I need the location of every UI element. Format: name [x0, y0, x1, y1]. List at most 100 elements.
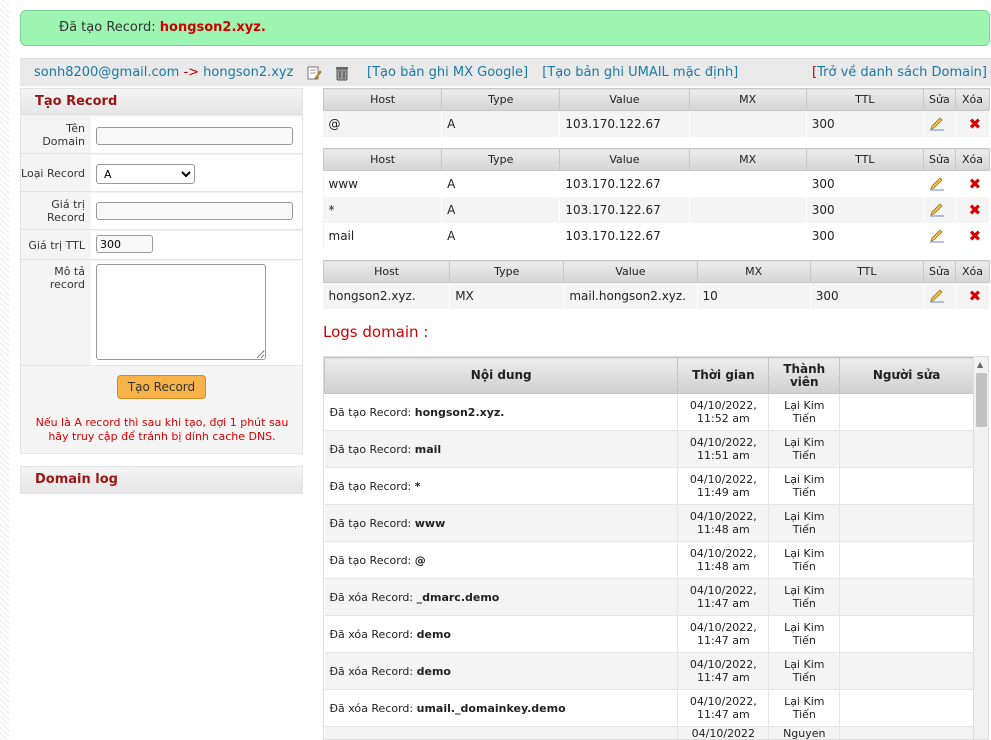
- pencil-icon[interactable]: [929, 117, 945, 131]
- log-time: 04/10/2022, 11:49 am: [677, 467, 770, 505]
- delete-icon[interactable]: ✖: [955, 110, 991, 137]
- pencil-icon[interactable]: [929, 203, 945, 217]
- log-member-name: Nguyen: [783, 727, 826, 740]
- log-time: 04/10/2022, 11:47 am: [677, 652, 770, 690]
- pencil-icon[interactable]: [929, 177, 945, 191]
- col-ttl: TTL: [809, 260, 924, 283]
- trash-icon[interactable]: [334, 65, 350, 81]
- log-target: mail: [414, 442, 442, 456]
- log-member-name2: Tiến: [792, 708, 816, 721]
- log-time: 04/10/2022: [677, 726, 770, 740]
- record-host: hongson2.xyz.: [323, 282, 451, 309]
- log-date: 04/10/2022: [691, 727, 756, 740]
- domain-log-header[interactable]: Domain log: [20, 466, 303, 494]
- logs-scroll-area[interactable]: Nội dung Thời gian Thành viên Người sửa Đã …: [323, 356, 989, 740]
- log-member: Lại Kim Tiến: [768, 652, 841, 690]
- log-member-name: Lại Kim: [784, 436, 825, 449]
- scroll-up-arrow-icon[interactable]: ▲: [977, 360, 983, 369]
- record-ttl: 300: [806, 222, 924, 249]
- log-editor: [839, 393, 974, 431]
- edit-cell: [923, 110, 956, 137]
- record-type-select[interactable]: A: [96, 164, 195, 184]
- log-editor: [839, 652, 974, 690]
- record-table-group-3: Host Type Value MX TTL Sửa Xóa hongson2.xyz. MX…: [322, 260, 991, 309]
- delete-icon[interactable]: ✖: [955, 282, 991, 309]
- edit-cell: [923, 222, 956, 249]
- log-action: Đã xóa Record:: [329, 627, 414, 641]
- log-member-name2: Tiến: [792, 560, 816, 573]
- record-mx: [689, 110, 807, 137]
- log-member-name2: Tiến: [792, 671, 816, 684]
- col-delete: Xóa: [954, 148, 991, 171]
- pencil-icon[interactable]: [929, 289, 945, 303]
- log-row: Đã xóa Record: demo 04/10/2022, 11:47 am Lạ…: [324, 615, 974, 653]
- log-row: Đã xóa Record: umail._domainkey.demo 04/1…: [324, 689, 974, 727]
- account-link[interactable]: sonh8200@gmail.com: [34, 65, 179, 80]
- log-content: Đã xóa Record: _dmarc.demo: [324, 578, 678, 616]
- log-content: Đã xóa Record: demo: [324, 615, 678, 653]
- log-date: 04/10/2022,: [689, 399, 757, 412]
- log-member: Lại Kim Tiến: [768, 541, 841, 579]
- record-type: MX: [449, 282, 565, 309]
- record-type: A: [441, 170, 561, 197]
- log-action: Đã tạo Record:: [329, 553, 412, 567]
- domain-name-input[interactable]: [96, 127, 293, 145]
- log-editor: [839, 541, 974, 579]
- log-clock: 11:48 am: [697, 523, 750, 536]
- log-editor: [839, 689, 974, 727]
- delete-icon[interactable]: ✖: [955, 170, 991, 197]
- alert-domain: hongson2.xyz.: [159, 20, 266, 35]
- log-member: Nguyen: [768, 726, 841, 740]
- log-clock: 11:47 am: [697, 597, 750, 610]
- log-target: umail._domainkey.demo: [416, 701, 566, 715]
- log-member-name: Lại Kim: [784, 510, 825, 523]
- ttl-input[interactable]: [96, 235, 153, 253]
- log-col-member: Thành viên: [768, 357, 841, 394]
- domain-name-label: Tên Domain: [21, 117, 91, 153]
- record-host: *: [323, 196, 443, 223]
- log-clock: 11:51 am: [697, 449, 750, 462]
- col-delete: Xóa: [954, 88, 991, 111]
- log-time: 04/10/2022, 11:48 am: [677, 541, 770, 579]
- log-member-name: Lại Kim: [784, 547, 825, 560]
- record-mx: [689, 222, 807, 249]
- col-edit: Sửa: [922, 148, 956, 171]
- log-clock: 11:47 am: [697, 708, 750, 721]
- log-time: 04/10/2022, 11:47 am: [677, 615, 770, 653]
- scrollbar-thumb[interactable]: [976, 373, 987, 427]
- log-content: Đã tạo Record: *: [324, 467, 678, 505]
- ttl-row: Giá trị TTL: [21, 231, 302, 260]
- success-alert: Đã tạo Record: hongson2.xyz.: [20, 10, 990, 46]
- record-value-input[interactable]: [96, 202, 293, 220]
- create-umail-link[interactable]: [Tạo bản ghi UMAIL mặc định]: [542, 65, 738, 80]
- create-record-button[interactable]: Tạo Record: [117, 375, 206, 399]
- record-row: hongson2.xyz. MX mail.hongson2.xyz. 10 300 ✖: [323, 282, 991, 309]
- description-textarea[interactable]: [96, 264, 266, 360]
- record-mx: [689, 196, 807, 223]
- record-table-group-1: Host Type Value MX TTL Sửa Xóa @ A 103.170.122.6…: [322, 88, 991, 137]
- logs-table: Nội dung Thời gian Thành viên Người sửa Đã …: [324, 357, 974, 740]
- log-editor: [839, 578, 974, 616]
- record-type: A: [441, 196, 561, 223]
- log-content: Đã xóa Record: demo: [324, 652, 678, 690]
- record-ttl: 300: [806, 170, 924, 197]
- pencil-icon[interactable]: [929, 229, 945, 243]
- logs-scrollbar[interactable]: ▲: [973, 357, 988, 739]
- domain-link[interactable]: hongson2.xyz: [203, 65, 293, 80]
- log-member-name: Lại Kim: [784, 584, 825, 597]
- back-to-domain-list-link[interactable]: Trở về danh sách Domain]: [817, 65, 987, 80]
- delete-icon[interactable]: ✖: [955, 196, 991, 223]
- create-record-panel: Tạo Record Tên Domain Loại Record A Giá …: [20, 88, 303, 454]
- edit-domain-icon[interactable]: [306, 65, 322, 81]
- log-member-name2: Tiến: [792, 523, 816, 536]
- log-member-name2: Tiến: [792, 634, 816, 647]
- col-value: Value: [559, 88, 690, 111]
- log-target: www: [414, 516, 446, 530]
- create-mx-google-link[interactable]: [Tạo bản ghi MX Google]: [367, 65, 528, 80]
- delete-icon[interactable]: ✖: [955, 222, 991, 249]
- col-ttl: TTL: [805, 88, 924, 111]
- col-ttl: TTL: [805, 148, 924, 171]
- log-target: demo: [416, 627, 451, 641]
- log-date: 04/10/2022,: [689, 584, 757, 597]
- log-content: Đã tạo Record: www: [324, 504, 678, 542]
